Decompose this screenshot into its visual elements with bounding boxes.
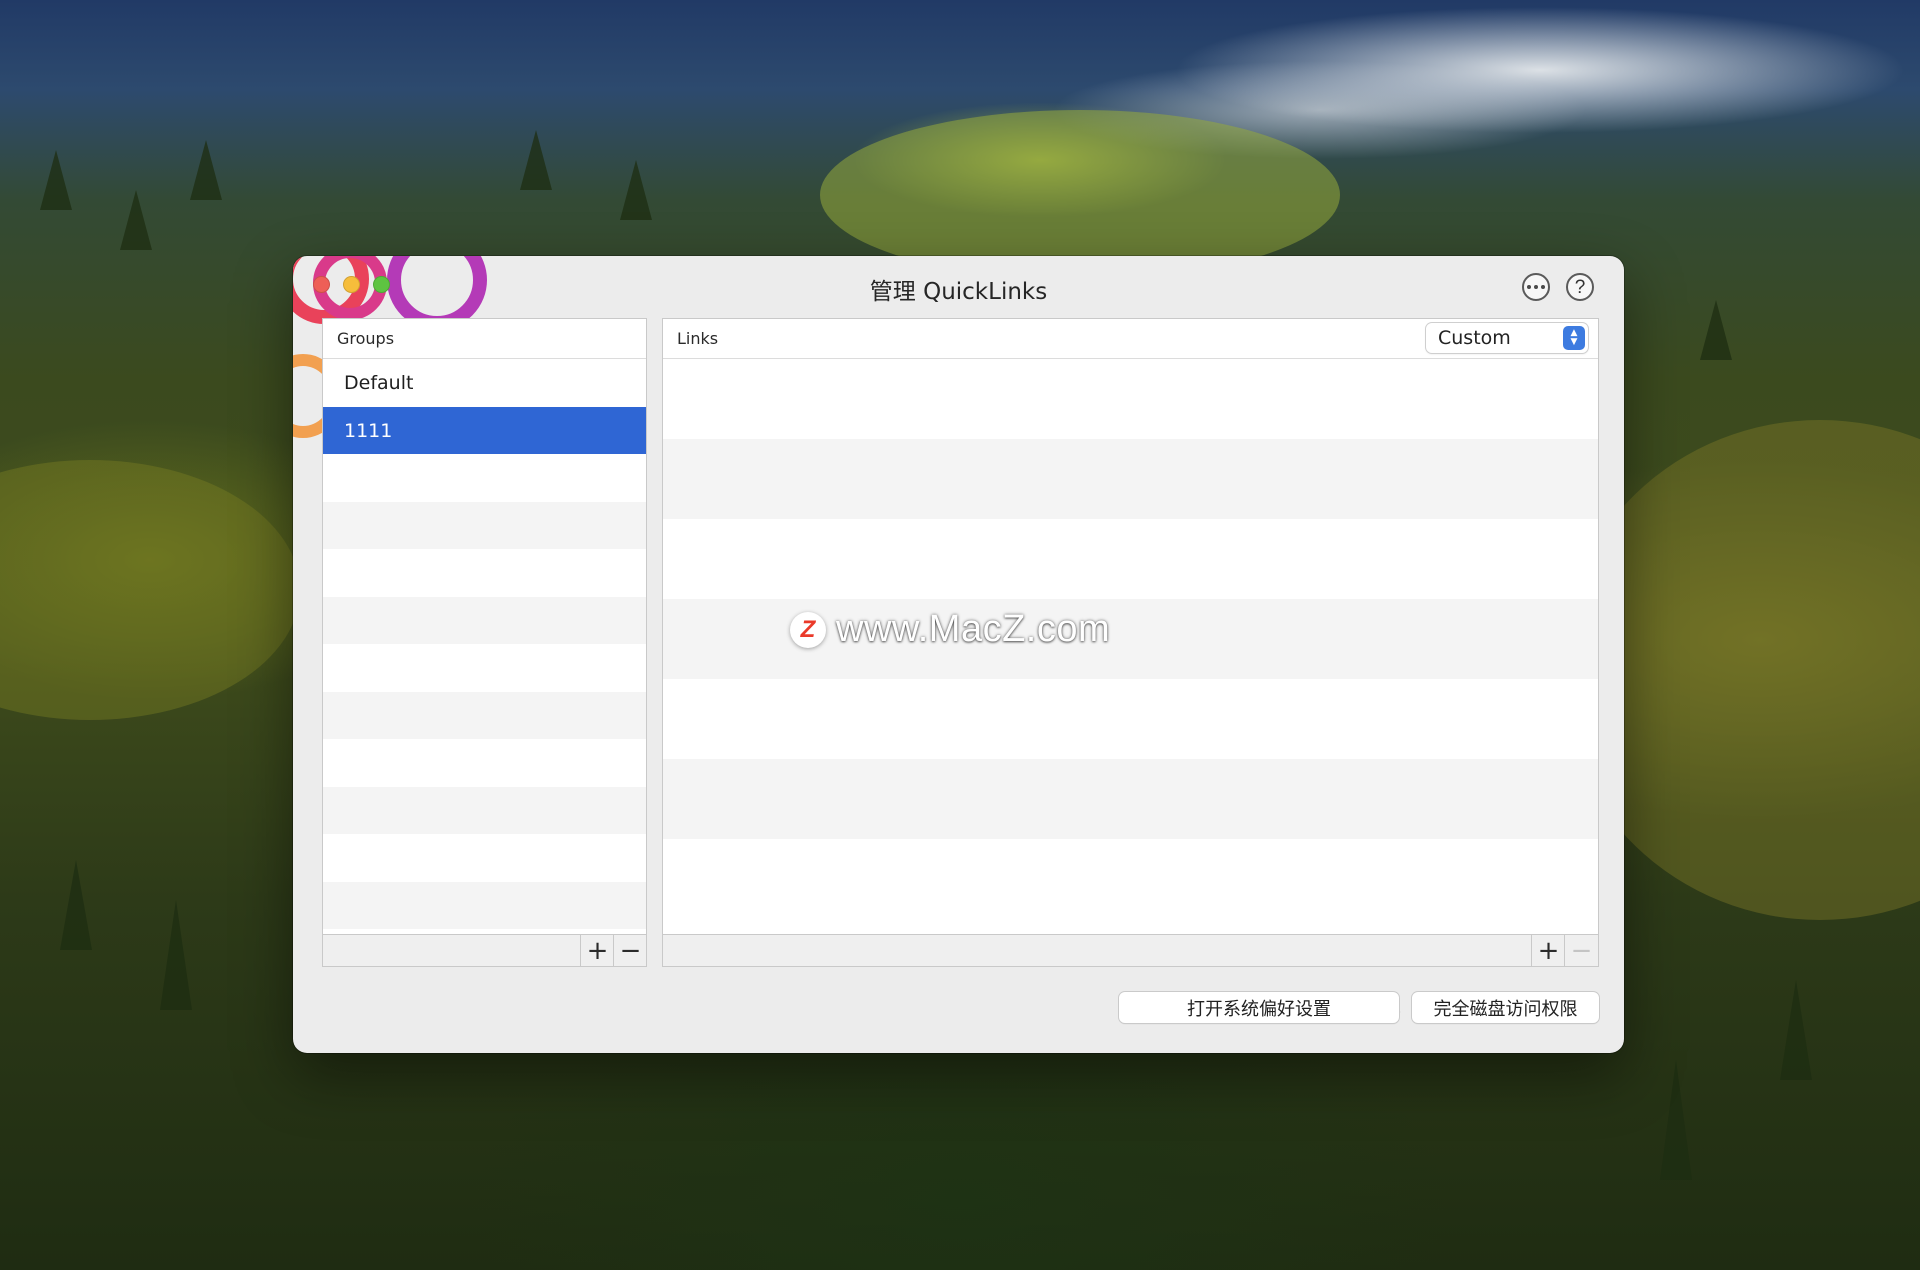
empty-row	[323, 882, 646, 929]
empty-row	[323, 834, 646, 882]
empty-row	[663, 359, 1598, 439]
ellipsis-circle-icon	[1526, 285, 1547, 289]
empty-row	[663, 759, 1598, 839]
full-disk-access-label: 完全磁盘访问权限	[1433, 998, 1578, 1020]
links-header: Links Custom ▲ ▼	[663, 319, 1598, 359]
open-system-preferences-label: 打开系统偏好设置	[1187, 998, 1331, 1020]
empty-row	[323, 692, 646, 739]
open-system-preferences-button[interactable]: 打开系统偏好设置	[1119, 992, 1399, 1023]
group-item-default[interactable]: Default	[323, 359, 646, 407]
minus-icon: −	[619, 935, 642, 966]
links-header-label: Links	[677, 329, 719, 348]
quicklinks-window: 管理 QuickLinks ? Groups Default 1111 + − …	[293, 256, 1624, 1053]
groups-list: Default 1111	[323, 359, 646, 929]
add-link-button[interactable]: +	[1531, 935, 1565, 966]
group-item-label: 1111	[344, 419, 393, 442]
group-item-label: Default	[344, 372, 414, 394]
minus-icon: −	[1570, 935, 1593, 966]
groups-header-label: Groups	[337, 329, 395, 348]
empty-row	[323, 739, 646, 787]
title-bar: 管理 QuickLinks ?	[293, 256, 1624, 438]
empty-row	[323, 597, 646, 644]
groups-pane: Groups Default 1111 + −	[322, 318, 647, 967]
sort-order-value: Custom	[1438, 327, 1511, 349]
empty-row	[323, 549, 646, 597]
empty-row	[663, 599, 1598, 679]
empty-row	[323, 502, 646, 549]
links-list	[663, 359, 1598, 919]
help-button[interactable]: ?	[1566, 273, 1594, 301]
plus-icon: +	[1537, 935, 1560, 966]
add-group-button[interactable]: +	[580, 935, 614, 966]
plus-icon: +	[586, 935, 609, 966]
group-item-1111[interactable]: 1111	[323, 407, 646, 454]
empty-row	[663, 519, 1598, 599]
remove-group-button[interactable]: −	[613, 935, 646, 966]
more-options-button[interactable]	[1522, 273, 1550, 301]
empty-row	[323, 787, 646, 834]
groups-footer-bar: + −	[323, 934, 646, 966]
empty-row	[323, 454, 646, 502]
empty-row	[663, 839, 1598, 919]
empty-row	[663, 439, 1598, 519]
links-pane: Links Custom ▲ ▼ + −	[662, 318, 1599, 967]
remove-link-button[interactable]: −	[1564, 935, 1598, 966]
window-title: 管理 QuickLinks	[869, 279, 1048, 305]
sort-order-select[interactable]: Custom ▲ ▼	[1426, 323, 1588, 353]
empty-row	[663, 679, 1598, 759]
updown-chevron-icon: ▲ ▼	[1563, 326, 1585, 350]
links-footer-bar: + −	[663, 934, 1598, 966]
empty-row	[323, 644, 646, 692]
full-disk-access-button[interactable]: 完全磁盘访问权限	[1412, 992, 1599, 1023]
groups-header: Groups	[323, 319, 646, 359]
question-mark-icon: ?	[1574, 276, 1586, 298]
